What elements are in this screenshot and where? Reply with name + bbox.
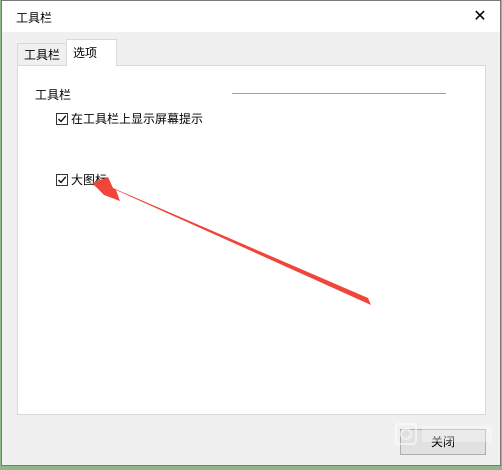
group-label: 工具栏 [35,88,72,102]
option-label-screentips: 在工具栏上显示屏幕提示 [71,112,204,126]
checkmark-icon [58,114,67,123]
checkmark-icon [58,175,67,184]
checkbox-screentips[interactable] [56,112,68,125]
tab-options[interactable]: 选项 [66,39,117,66]
group-divider [232,93,446,94]
option-screentips[interactable]: 在工具栏上显示屏幕提示 [56,110,203,127]
close-icon[interactable]: ✕ [468,5,492,27]
checkbox-large-icons[interactable] [56,173,68,186]
options-panel: 工具栏 在工具栏上显示屏幕提示 大图标 [17,65,486,415]
option-large-icons[interactable]: 大图标 [56,171,107,188]
tab-toolbar[interactable]: 工具栏 [17,43,67,65]
window-title: 工具栏 [16,11,53,25]
close-button[interactable]: 关闭 [400,429,486,455]
option-label-large-icons: 大图标 [71,173,108,187]
toolbar-dialog: 工具栏 ✕ 工具栏 选项 工具栏 在工具栏上显示屏幕提示 大图标 关闭 [1,0,501,466]
title-bar: 工具栏 ✕ [2,1,500,32]
